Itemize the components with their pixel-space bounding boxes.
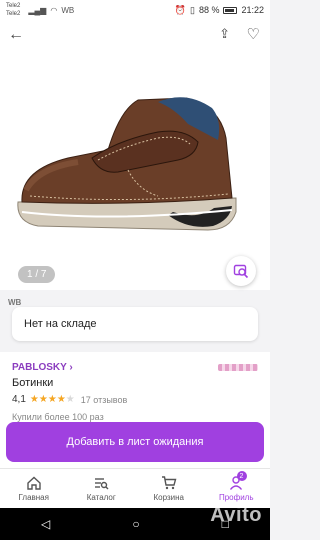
stock-status-text: Нет на складе: [24, 318, 97, 330]
star-icon: ★: [38, 394, 48, 405]
star-icon: ★: [56, 394, 66, 405]
favorite-heart-icon[interactable]: ♡: [247, 25, 260, 43]
nav-profile[interactable]: 2 Профиль: [203, 469, 271, 508]
rating-row[interactable]: 4,1 ★★★★★ 17 отзывов: [12, 394, 127, 405]
battery-percent: 88 %: [198, 5, 220, 15]
bottom-nav: Главная Каталог Корзина 2 Профиль: [0, 468, 270, 508]
brand-link[interactable]: PABLOSKY ›: [12, 362, 73, 373]
star-rating: ★★★★★: [30, 394, 75, 405]
carrier-2: Tele2: [6, 11, 21, 17]
system-back-icon[interactable]: ◁: [41, 517, 50, 531]
avito-watermark: Avito: [210, 504, 262, 526]
star-icon: ★: [47, 394, 57, 405]
carriers: Tele2 Tele2: [6, 2, 20, 18]
home-icon: [27, 476, 41, 490]
profile-badge: 2: [236, 471, 247, 481]
nav-cart[interactable]: Корзина: [135, 469, 203, 508]
cart-icon: [161, 476, 177, 490]
reviews-count[interactable]: 17 отзывов: [81, 395, 128, 405]
nav-home[interactable]: Главная: [0, 469, 68, 508]
stock-status-card: Нет на складе: [12, 307, 258, 341]
back-arrow-icon[interactable]: ←: [8, 26, 24, 44]
nav-profile-label: Профиль: [218, 493, 254, 502]
product-image-gallery[interactable]: ← ⇪ ♡ 1 / 7 WB: [0, 20, 270, 307]
share-icon[interactable]: ⇪: [219, 26, 230, 42]
purchase-count: Купили более 100 раз: [12, 412, 104, 422]
star-empty-icon: ★: [65, 394, 75, 405]
wb-watermark: WB: [8, 298, 22, 307]
add-to-waitlist-button[interactable]: Добавить в лист ожидания: [6, 422, 264, 462]
product-name: Ботинки: [12, 377, 54, 389]
image-counter: 1 / 7: [18, 266, 56, 283]
wb-status-label: WB: [61, 5, 75, 15]
star-icon: ★: [29, 394, 39, 405]
nav-catalog[interactable]: Каталог: [68, 469, 136, 508]
image-search-icon: [233, 264, 249, 279]
system-home-icon[interactable]: ○: [132, 517, 139, 531]
carrier-1: Tele2: [6, 3, 21, 9]
visual-search-button[interactable]: [226, 256, 256, 286]
clock: 21:22: [241, 5, 264, 15]
brand-logo: [218, 364, 258, 371]
nav-cart-label: Корзина: [153, 493, 184, 502]
rating-value: 4,1: [12, 394, 26, 405]
wifi-icon: ◠: [50, 5, 58, 15]
nav-home-label: Главная: [18, 493, 49, 502]
status-icons: ▂▄▆ ◠ WB: [28, 6, 74, 15]
status-bar: Tele2 Tele2 ▂▄▆ ◠ WB ⏰ ▯ 88 % 21:22: [0, 0, 270, 20]
alarm-icon: ⏰: [174, 4, 186, 15]
signal-icon: ▂▄▆: [28, 5, 47, 15]
catalog-icon: [95, 478, 109, 490]
nav-catalog-label: Каталог: [86, 493, 116, 502]
status-right: ⏰ ▯ 88 % 21:22: [175, 5, 264, 16]
battery-icon: [223, 6, 238, 14]
product-photo-boot: [17, 97, 237, 231]
vibrate-icon: ▯: [190, 4, 195, 15]
